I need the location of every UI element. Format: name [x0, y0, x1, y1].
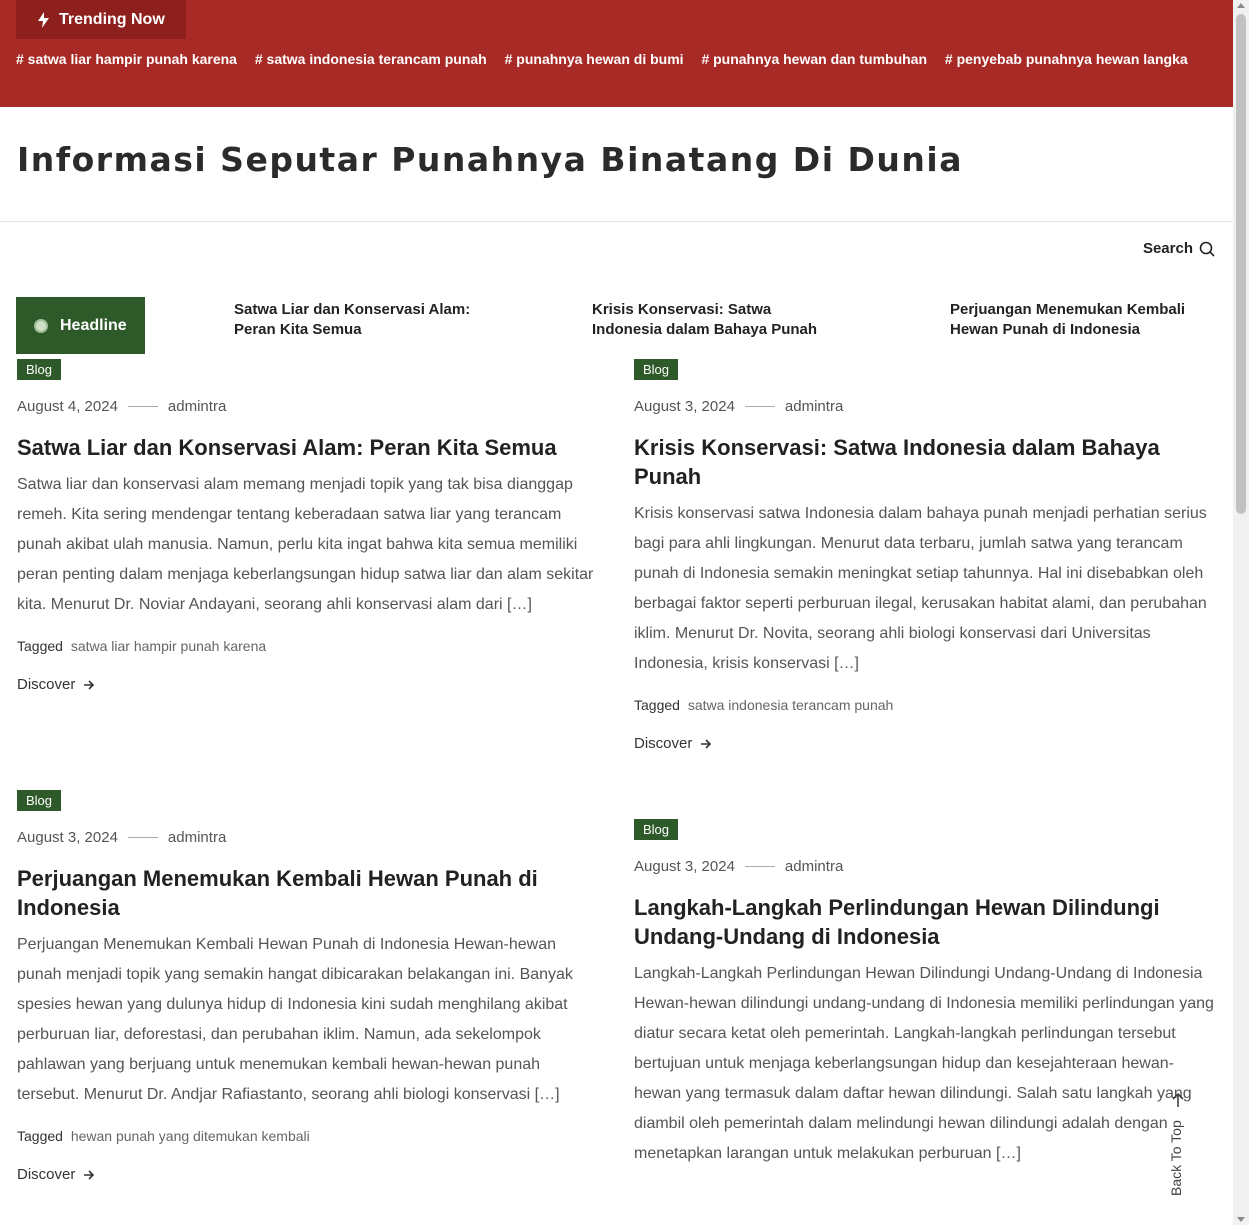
- post-tags: Tagged hewan punah yang ditemukan kembal…: [17, 1128, 597, 1144]
- tagged-label: Tagged: [634, 697, 680, 713]
- discover-link[interactable]: Discover: [17, 1166, 597, 1183]
- post-meta: August 3, 2024 admintra: [17, 829, 597, 846]
- headline-item[interactable]: Satwa Liar dan Konservasi Alam: Peran Ki…: [234, 300, 474, 340]
- post-author[interactable]: admintra: [168, 398, 226, 415]
- post-author[interactable]: admintra: [785, 858, 843, 875]
- meta-separator: [127, 406, 158, 407]
- trending-tags: # satwa liar hampir punah karena # satwa…: [16, 46, 1206, 73]
- back-to-top-label: Back To Top: [1168, 1120, 1184, 1196]
- headline-badge: Headline: [16, 297, 145, 354]
- scrollbar-thumb[interactable]: [1236, 14, 1246, 514]
- search-icon: [1199, 241, 1215, 257]
- post-card: Blog August 4, 2024 admintra Satwa Liar …: [17, 359, 597, 693]
- headline-label: Headline: [60, 316, 127, 334]
- post-date[interactable]: August 3, 2024: [17, 829, 118, 846]
- trending-bar: Trending Now # satwa liar hampir punah k…: [0, 0, 1233, 107]
- post-date[interactable]: August 4, 2024: [17, 398, 118, 415]
- tagged-label: Tagged: [17, 638, 63, 654]
- trending-tag[interactable]: # punahnya hewan dan tumbuhan: [701, 51, 927, 67]
- post-title[interactable]: Satwa Liar dan Konservasi Alam: Peran Ki…: [17, 433, 597, 462]
- post-card: Blog August 3, 2024 admintra Perjuangan …: [17, 790, 597, 1183]
- arrow-right-icon: [701, 738, 712, 749]
- arrow-right-icon: [84, 1169, 95, 1180]
- post-tag-link[interactable]: hewan punah yang ditemukan kembali: [71, 1128, 310, 1144]
- post-card: Blog August 3, 2024 admintra Langkah-Lan…: [634, 819, 1214, 1169]
- meta-separator: [127, 837, 158, 838]
- scroll-up-icon[interactable]: [1237, 3, 1245, 8]
- trending-tag[interactable]: # penyebab punahnya hewan langka: [945, 51, 1188, 67]
- trending-tag[interactable]: # satwa indonesia terancam punah: [255, 51, 487, 67]
- search-label: Search: [1142, 240, 1193, 257]
- category-badge[interactable]: Blog: [17, 790, 62, 811]
- discover-label: Discover: [634, 735, 693, 752]
- headline-item[interactable]: Perjuangan Menemukan Kembali Hewan Punah…: [950, 300, 1190, 340]
- post-tag-link[interactable]: satwa liar hampir punah karena: [71, 638, 266, 654]
- post-excerpt: Krisis konservasi satwa Indonesia dalam …: [634, 505, 1207, 672]
- post-author[interactable]: admintra: [785, 398, 843, 415]
- trending-label: Trending Now: [59, 10, 165, 28]
- post-excerpt: Satwa liar dan konservasi alam memang me…: [17, 476, 594, 613]
- meta-separator: [744, 406, 775, 407]
- discover-link[interactable]: Discover: [17, 676, 597, 693]
- page-scrollbar[interactable]: [1233, 0, 1249, 1225]
- post-meta: August 3, 2024 admintra: [634, 398, 1214, 415]
- trending-tag[interactable]: # punahnya hewan di bumi: [505, 51, 684, 67]
- category-badge[interactable]: Blog: [17, 359, 62, 380]
- arrow-right-icon: [84, 679, 95, 690]
- scroll-down-icon[interactable]: [1237, 1217, 1245, 1222]
- post-title[interactable]: Langkah-Langkah Perlindungan Hewan Dilin…: [634, 893, 1214, 951]
- post-meta: August 4, 2024 admintra: [17, 398, 597, 415]
- pulse-dot-icon: [34, 318, 48, 333]
- category-badge[interactable]: Blog: [634, 819, 679, 840]
- post-excerpt: Langkah-Langkah Perlindungan Hewan Dilin…: [634, 965, 1214, 1162]
- post-card: Blog August 3, 2024 admintra Krisis Kons…: [634, 359, 1214, 752]
- category-badge[interactable]: Blog: [634, 359, 679, 380]
- trending-tag[interactable]: # satwa liar hampir punah karena: [16, 51, 237, 67]
- lightning-icon: [38, 11, 49, 28]
- back-to-top-button[interactable]: Back To Top: [1168, 1092, 1188, 1198]
- discover-label: Discover: [17, 1166, 76, 1183]
- arrow-up-icon: [1172, 1092, 1184, 1107]
- post-author[interactable]: admintra: [168, 829, 226, 846]
- post-title[interactable]: Perjuangan Menemukan Kembali Hewan Punah…: [17, 864, 597, 922]
- post-title[interactable]: Krisis Konservasi: Satwa Indonesia dalam…: [634, 433, 1214, 491]
- post-date[interactable]: August 3, 2024: [634, 398, 735, 415]
- trending-badge: Trending Now: [16, 0, 186, 39]
- discover-link[interactable]: Discover: [634, 735, 1214, 752]
- post-date[interactable]: August 3, 2024: [634, 858, 735, 875]
- site-title[interactable]: Informasi Seputar Punahnya Binatang Di D…: [17, 140, 963, 179]
- post-meta: August 3, 2024 admintra: [634, 858, 1214, 875]
- meta-separator: [744, 866, 775, 867]
- post-tag-link[interactable]: satwa indonesia terancam punah: [688, 697, 893, 713]
- post-excerpt: Perjuangan Menemukan Kembali Hewan Punah…: [17, 936, 573, 1103]
- discover-label: Discover: [17, 676, 76, 693]
- headline-item[interactable]: Krisis Konservasi: Satwa Indonesia dalam…: [592, 300, 832, 340]
- tagged-label: Tagged: [17, 1128, 63, 1144]
- post-tags: Tagged satwa liar hampir punah karena: [17, 638, 597, 654]
- search-button[interactable]: Search: [1143, 240, 1215, 257]
- post-tags: Tagged satwa indonesia terancam punah: [634, 697, 1214, 713]
- header-divider: [0, 221, 1233, 222]
